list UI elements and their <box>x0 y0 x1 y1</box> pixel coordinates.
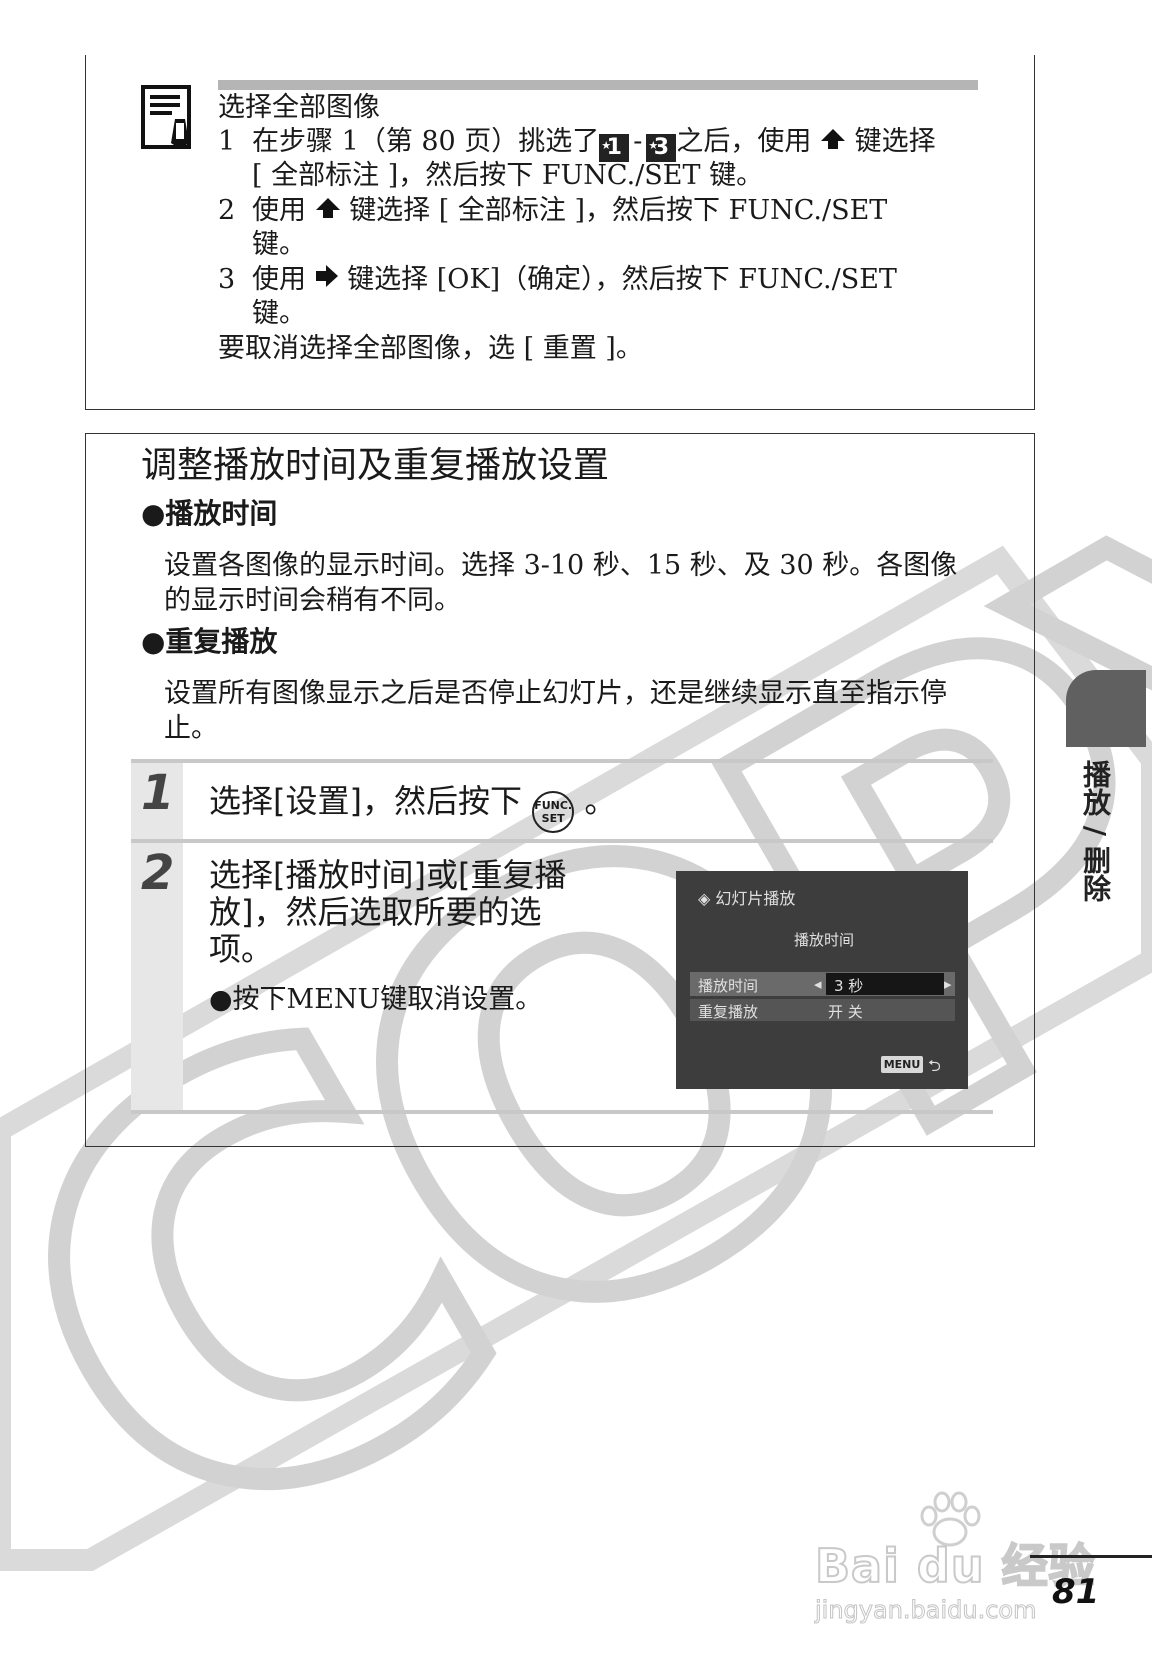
step-2-line-1: 选择[播放时间]或[重复播 <box>209 856 567 894</box>
step-number-2: 2 <box>141 845 175 901</box>
chapter-tab <box>1066 670 1146 747</box>
note-title: 选择全部图像 <box>218 92 380 123</box>
mark-3-icon: ★ 3 <box>646 134 677 162</box>
camera-lcd-screen: ◈ 幻灯片播放 播放时间 播放时间 ◂ 3 秒 ▸ 重复播放 开 关 MENU … <box>676 871 968 1089</box>
lcd-row-2-label: 重复播放 <box>698 1003 759 1021</box>
subhead-play-time: ●播放时间 <box>141 497 278 530</box>
repeat-description: 设置所有图像显示之后是否停止幻灯片，还是继续显示直至指示停止。 <box>164 678 947 744</box>
section-title: 调整播放时间及重复播放设置 <box>141 445 610 486</box>
step-1-text: 选择[设置]，然后按下 FUNC. SET 。 <box>209 781 616 833</box>
steps: 1 选择[设置]，然后按下 FUNC. SET 。 2 选择[播放时间]或[重复播… <box>131 759 993 1114</box>
baidu-url: jingyan.baidu.com <box>814 1596 1037 1625</box>
subhead-repeat: ●重复播放 <box>141 625 278 658</box>
note-item-1: 1 在步骤 1（第 80 页）挑选了 ★ 1- ★ 3 之后，使用 键选择 <box>218 126 936 162</box>
step-divider <box>131 839 993 843</box>
step-2-line-3: 项。 <box>209 930 274 968</box>
right-arrow-icon <box>315 265 338 287</box>
lcd-right-arrow-icon: ▸ <box>944 975 952 993</box>
settings-section: 调整播放时间及重复播放设置 ●播放时间 设置各图像的显示时间。选择 3-10 秒… <box>85 433 1035 1147</box>
footer-rule <box>1030 1555 1152 1558</box>
chapter-label: 播放 / 删除 <box>1079 760 1112 902</box>
note-item-2-cont: 键。 <box>252 229 306 260</box>
mark-1-icon: ★ 1 <box>599 134 630 162</box>
note-item-1-cont: [ 全部标注 ]，然后按下 FUNC./SET 键。 <box>252 160 764 191</box>
lcd-row-2-value: 开 关 <box>828 1003 863 1021</box>
note-item-3-cont: 键。 <box>252 298 306 329</box>
step-number-1: 1 <box>141 765 175 821</box>
up-arrow-icon <box>821 129 846 149</box>
step-2-line-2: 放]，然后选取所要的选 <box>209 893 542 931</box>
memo-icon <box>141 85 191 149</box>
lcd-left-arrow-icon: ◂ <box>814 975 822 993</box>
step-2-note: ●按下MENU键取消设置。 <box>209 984 543 1015</box>
note-box: 选择全部图像 1 在步骤 1（第 80 页）挑选了 ★ 1- ★ 3 之后，使用 键选择 [… <box>85 55 1035 410</box>
up-arrow-icon <box>315 198 340 218</box>
func-set-button-icon: FUNC. SET <box>532 791 575 833</box>
note-item-3: 3 使用 键选择 [OK]（确定），然后按下 FUNC./SET <box>218 264 897 295</box>
note-header-bar <box>218 80 978 90</box>
step-divider <box>131 1110 993 1114</box>
return-icon: ⮌ <box>928 1056 941 1075</box>
note-item-2: 2 使用 键选择 [ 全部标注 ]，然后按下 FUNC./SET <box>218 195 888 226</box>
lcd-subtitle: 播放时间 <box>794 931 855 949</box>
play-time-description: 设置各图像的显示时间。选择 3-10 秒、15 秒、及 30 秒。各图像的显示时… <box>164 550 958 616</box>
step-divider <box>131 759 993 763</box>
lcd-row-1-label: 播放时间 <box>698 977 759 995</box>
page-number: 81 <box>1052 1572 1100 1612</box>
note-footer: 要取消选择全部图像，选 [ 重置 ]。 <box>218 333 643 364</box>
lcd-menu-button: MENU <box>881 1056 923 1073</box>
lcd-header: ◈ 幻灯片播放 <box>698 889 796 908</box>
lcd-row-1-value: 3 秒 <box>834 977 864 995</box>
